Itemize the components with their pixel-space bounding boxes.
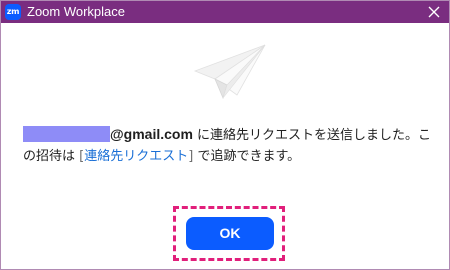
message-line-1: @gmail.com に連絡先リクエストを送信しました。こ [23,124,433,146]
paper-plane-icon [193,44,266,100]
message-text-2-suffix: で追跡できます。 [193,149,301,164]
confirmation-message: @gmail.com に連絡先リクエストを送信しました。こ の招待は [連絡先リ… [23,124,433,167]
message-line-2: の招待は [連絡先リクエスト] で追跡できます。 [23,146,433,167]
contact-requests-link[interactable]: 連絡先リクエスト [84,149,188,164]
ok-button[interactable]: OK [186,217,274,250]
message-text-1: に連絡先リクエストを送信しました。こ [192,128,432,143]
close-button[interactable] [425,3,443,21]
close-icon [428,6,440,18]
email-domain: @gmail.com [110,126,193,142]
redacted-email-user [23,126,110,142]
zoom-app-icon: zm [5,4,21,20]
title-bar: zm Zoom Workplace [1,1,449,23]
window-title: Zoom Workplace [27,4,126,19]
zoom-dialog-window: zm Zoom Workplace @gmail.com に連絡先リクエストを送… [0,0,450,270]
message-text-2-prefix: の招待は [23,149,80,164]
